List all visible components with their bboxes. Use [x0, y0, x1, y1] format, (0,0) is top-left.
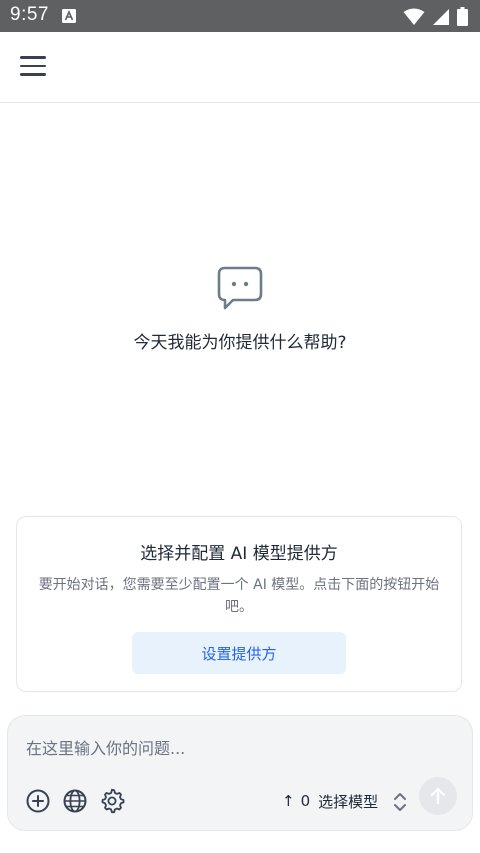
add-icon[interactable]: [25, 788, 51, 814]
provider-setup-card: 选择并配置 AI 模型提供方 要开始对话，您需要至少配置一个 AI 模型。点击下…: [16, 516, 462, 692]
arrow-up-icon: [430, 787, 446, 805]
chat-bubble-icon: [217, 266, 263, 310]
setup-provider-button[interactable]: 设置提供方: [132, 632, 346, 674]
app-bar: [0, 32, 480, 103]
message-composer: ↑ 0 选择模型: [7, 715, 473, 831]
wifi-icon: [403, 8, 425, 25]
battery-icon: [457, 7, 468, 26]
status-bar: 9:57: [0, 0, 480, 32]
globe-icon[interactable]: [62, 788, 88, 814]
send-button[interactable]: [419, 777, 457, 815]
signal-icon: [433, 9, 449, 25]
a-box-icon: [62, 9, 76, 23]
empty-state: 今天我能为你提供什么帮助?: [0, 266, 480, 353]
chevron-up-down-icon[interactable]: [391, 790, 409, 814]
model-select-label: 选择模型: [318, 792, 379, 811]
model-selector[interactable]: ↑ 0 选择模型: [282, 788, 378, 814]
model-count: 0: [300, 792, 311, 810]
arrow-up-small-icon: ↑: [282, 792, 295, 810]
status-icons: [403, 7, 468, 26]
message-input[interactable]: [24, 734, 448, 762]
settings-icon[interactable]: [99, 788, 125, 814]
empty-state-text: 今天我能为你提供什么帮助?: [133, 333, 347, 353]
card-title: 选择并配置 AI 模型提供方: [140, 544, 338, 564]
card-description: 要开始对话，您需要至少配置一个 AI 模型。点击下面的按钮开始吧。: [38, 577, 440, 615]
status-time: 9:57: [10, 4, 49, 25]
hamburger-menu-icon[interactable]: [20, 56, 46, 78]
